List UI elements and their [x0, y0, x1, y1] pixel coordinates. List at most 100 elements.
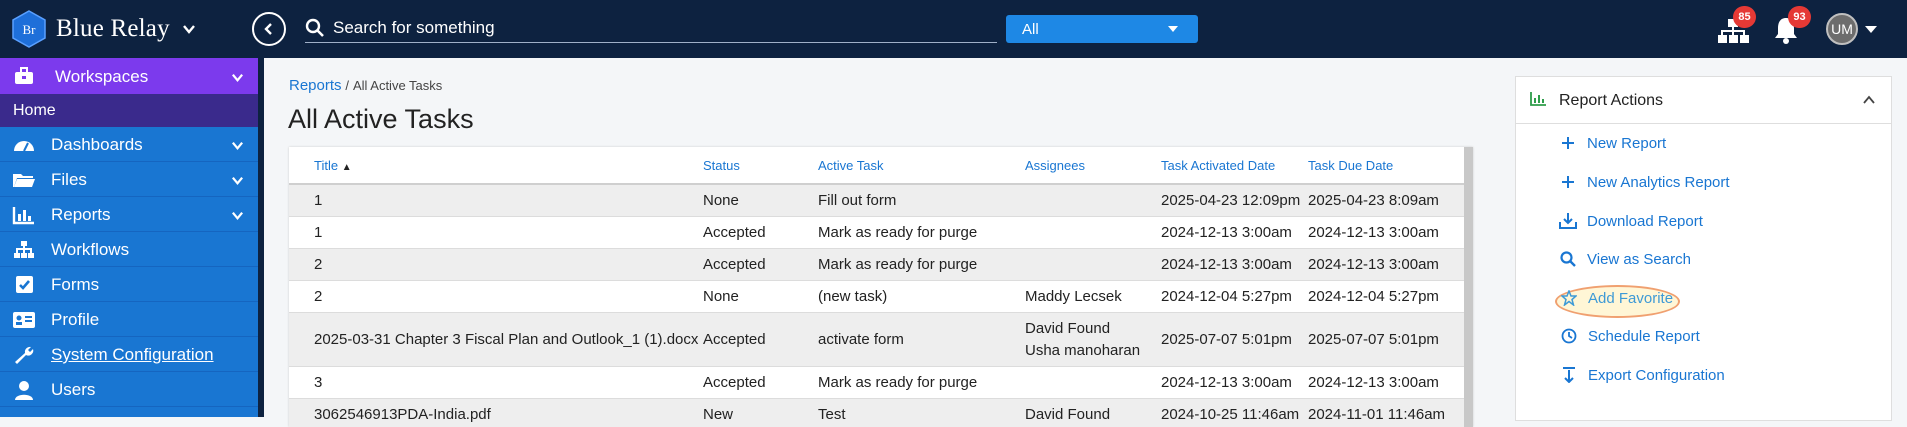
cell-title: 2: [314, 256, 323, 273]
caret-down-icon[interactable]: [1865, 26, 1877, 33]
schedule-report-link[interactable]: Schedule Report: [1560, 325, 1700, 347]
cell-status: None: [703, 288, 739, 305]
sidebar-item-workflows[interactable]: Workflows: [0, 232, 258, 267]
sidebar-item-workspaces[interactable]: Workspaces: [0, 58, 258, 94]
cell-assignees: David Found: [1025, 320, 1111, 337]
cell-title: 2: [314, 288, 323, 305]
sidebar-item-label: Forms: [51, 275, 100, 294]
new-analytics-report-link[interactable]: New Analytics Report: [1559, 171, 1730, 193]
breadcrumb-link-reports[interactable]: Reports: [289, 77, 342, 94]
column-header-task-due-date[interactable]: Task Due Date: [1308, 158, 1393, 173]
export-configuration-link[interactable]: Export Configuration: [1560, 364, 1725, 386]
cell-status: Accepted: [703, 224, 766, 241]
breadcrumb: Reports / All Active Tasks: [289, 77, 442, 94]
column-header-task-activated-date[interactable]: Task Activated Date: [1161, 158, 1275, 173]
sidebar-item-forms[interactable]: Forms: [0, 267, 258, 302]
sidebar-item-system-configuration[interactable]: System Configuration: [0, 337, 258, 372]
plus-icon: [1559, 134, 1577, 152]
table-scrollbar[interactable]: [1464, 147, 1473, 427]
column-header-assignees[interactable]: Assignees: [1025, 158, 1085, 173]
chart-icon: [12, 207, 34, 225]
sidebar: Workspaces Home Dashboards Files Reports…: [0, 58, 264, 417]
search-scope-select[interactable]: All: [1006, 15, 1198, 43]
sidebar-item-profile[interactable]: Profile: [0, 302, 258, 337]
cell-activated: 2024-10-25 11:46am: [1161, 406, 1300, 423]
cell-title: 1: [314, 192, 323, 209]
org-chart-button[interactable]: 85: [1714, 6, 1756, 47]
cell-active-task: Fill out form: [818, 192, 897, 209]
chevron-down-icon: [232, 177, 243, 186]
cell-activated: 2024-12-13 3:00am: [1161, 374, 1292, 391]
search-icon: [1559, 250, 1577, 268]
action-label: New Analytics Report: [1587, 173, 1730, 191]
table-row[interactable]: 2025-03-31 Chapter 3 Fiscal Plan and Out…: [289, 313, 1473, 367]
sidebar-item-reports[interactable]: Reports: [0, 197, 258, 232]
sidebar-item-home[interactable]: Home: [0, 94, 258, 127]
search-input[interactable]: Search for something: [305, 13, 997, 43]
cell-active-task: Mark as ready for purge: [818, 256, 978, 273]
table-row[interactable]: 3 Accepted Mark as ready for purge 2024-…: [289, 367, 1473, 399]
clock-icon: [1560, 327, 1578, 345]
chart-icon: [1530, 92, 1546, 106]
action-label: Add Favorite: [1588, 289, 1674, 307]
cell-status: Accepted: [703, 331, 766, 348]
cell-due: 2024-12-04 5:27pm: [1308, 288, 1439, 305]
action-label: Export Configuration: [1588, 366, 1725, 384]
notifications-button[interactable]: 93: [1769, 6, 1811, 47]
chevron-down-icon: [232, 212, 243, 221]
org-badge: 85: [1733, 6, 1756, 28]
column-header-status[interactable]: Status: [703, 158, 740, 173]
sidebar-item-dashboards[interactable]: Dashboards: [0, 127, 258, 162]
download-report-link[interactable]: Download Report: [1559, 210, 1703, 232]
cell-due: 2024-12-13 3:00am: [1308, 374, 1439, 391]
cell-title: 3062546913PDA-India.pdf: [314, 406, 491, 423]
cell-due: 2024-11-01 11:46am: [1308, 406, 1446, 423]
cell-title: 2025-03-31 Chapter 3 Fiscal Plan and Out…: [314, 331, 699, 348]
report-actions-header[interactable]: Report Actions: [1516, 77, 1891, 124]
sidebar-item-label: Users: [51, 380, 96, 399]
sidebar-item-label: Dashboards: [51, 135, 143, 154]
top-bar: Br Blue Relay Search for something All 8…: [0, 0, 1907, 58]
table-row[interactable]: 1 Accepted Mark as ready for purge 2024-…: [289, 217, 1473, 249]
cell-title: 3: [314, 374, 323, 391]
new-report-link[interactable]: New Report: [1559, 132, 1666, 154]
column-header-active-task[interactable]: Active Task: [818, 158, 884, 173]
notifications-badge: 93: [1788, 6, 1811, 28]
sidebar-item-files[interactable]: Files: [0, 162, 258, 197]
avatar[interactable]: UM: [1826, 13, 1858, 45]
table-row[interactable]: 2 Accepted Mark as ready for purge 2024-…: [289, 249, 1473, 281]
cell-activated: 2025-04-23 12:09pm: [1161, 192, 1301, 209]
table-row[interactable]: 1 None Fill out form 2025-04-23 12:09pm …: [289, 185, 1473, 217]
cell-due: 2025-07-07 5:01pm: [1308, 331, 1439, 348]
sidebar-item-label: Files: [51, 170, 87, 189]
sidebar-item-label: Workspaces: [55, 67, 149, 86]
view-as-search-link[interactable]: View as Search: [1559, 248, 1691, 270]
chevron-up-icon: [1863, 95, 1875, 104]
cell-active-task: Mark as ready for purge: [818, 374, 978, 391]
cell-title: 1: [314, 224, 323, 241]
cell-activated: 2025-07-07 5:01pm: [1161, 331, 1292, 348]
chevron-down-icon: [232, 142, 243, 151]
id-card-icon: [13, 312, 35, 328]
sidebar-item-label: Reports: [51, 205, 111, 224]
brand-switcher[interactable]: Br Blue Relay: [12, 10, 196, 48]
table-row[interactable]: 2 None (new task) Maddy Lecsek 2024-12-0…: [289, 281, 1473, 313]
sidebar-item-label: Profile: [51, 310, 100, 329]
sidebar-item-users[interactable]: Users: [0, 372, 258, 407]
chevron-down-icon: [232, 74, 243, 83]
search-icon: [305, 18, 324, 37]
cell-due: 2024-12-13 3:00am: [1308, 256, 1439, 273]
cell-status: Accepted: [703, 256, 766, 273]
table-header: Title ▲ Status Active Task Assignees Tas…: [289, 147, 1473, 185]
cell-active-task: Mark as ready for purge: [818, 224, 978, 241]
breadcrumb-separator: /: [345, 78, 350, 93]
download-icon: [1559, 212, 1577, 230]
cell-assignees: Maddy Lecsek: [1025, 288, 1122, 305]
chevron-down-icon: [182, 25, 195, 34]
column-header-title[interactable]: Title ▲: [314, 158, 352, 173]
checkbox-icon: [16, 276, 33, 293]
add-favorite-link[interactable]: Add Favorite: [1560, 287, 1673, 309]
back-button[interactable]: [252, 12, 286, 46]
svg-text:Br: Br: [23, 22, 37, 37]
table-row[interactable]: 3062546913PDA-India.pdf New Test David F…: [289, 399, 1473, 427]
